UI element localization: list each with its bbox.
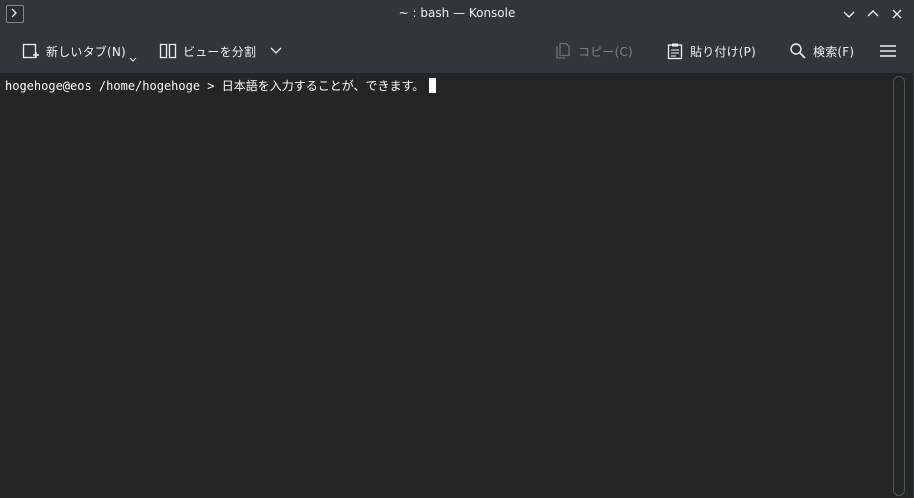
new-tab-label: 新しいタブ(N)	[46, 44, 126, 59]
konsole-window: ~ : bash — Konsole 新しいタブ(N) ビューを分割 コピー(C…	[0, 0, 914, 498]
find-label: 検索(F)	[813, 44, 855, 59]
new-tab-button[interactable]: 新しいタブ(N)	[22, 29, 137, 73]
chevron-down-icon[interactable]	[270, 44, 282, 58]
window-title: ~ : bash — Konsole	[398, 6, 516, 20]
terminal-line: hogehoge@eos /home/hogehoge > 日本語を入力すること…	[5, 78, 437, 93]
close-icon[interactable]	[889, 6, 905, 22]
copy-button[interactable]: コピー(C)	[554, 29, 633, 73]
split-view-button[interactable]: ビューを分割	[159, 29, 282, 73]
terminal-input: 日本語を入力することが、できます。	[221, 79, 425, 93]
copy-label: コピー(C)	[578, 44, 633, 59]
new-tab-menu-chevron-icon[interactable]	[129, 52, 137, 66]
paste-label: 貼り付け(P)	[690, 44, 756, 59]
vertical-scrollbar[interactable]	[893, 76, 905, 496]
paste-button[interactable]: 貼り付け(P)	[666, 29, 756, 73]
toolbar: 新しいタブ(N) ビューを分割 コピー(C) 貼り付け(P) 検索(F)	[0, 29, 914, 73]
search-icon	[789, 42, 807, 60]
split-view-label: ビューを分割	[183, 44, 257, 59]
paste-icon	[666, 42, 684, 60]
maximize-icon[interactable]	[865, 6, 881, 22]
hamburger-menu-button[interactable]	[879, 29, 897, 73]
split-view-icon	[159, 42, 177, 60]
title-bar[interactable]: ~ : bash — Konsole	[0, 0, 914, 29]
text-cursor	[429, 78, 437, 93]
terminal-area[interactable]: hogehoge@eos /home/hogehoge > 日本語を入力すること…	[0, 73, 890, 498]
new-tab-icon	[22, 42, 40, 60]
terminal-prompt: hogehoge@eos /home/hogehoge >	[5, 79, 215, 93]
hamburger-menu-icon	[879, 42, 897, 60]
minimize-icon[interactable]	[841, 6, 857, 22]
copy-icon	[554, 42, 572, 60]
find-button[interactable]: 検索(F)	[789, 29, 854, 73]
